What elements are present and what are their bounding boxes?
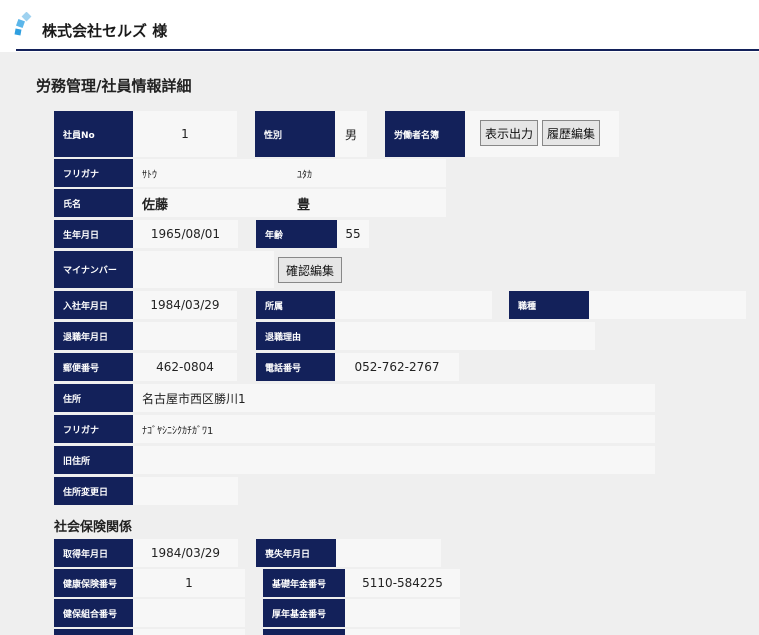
hire-value: 1984/03/29 bbox=[133, 291, 237, 319]
postal-value: 462-0804 bbox=[133, 353, 237, 381]
acquired-value: 1984/03/29 bbox=[133, 539, 238, 567]
confirm-edit-button[interactable]: 確認編集 bbox=[278, 257, 342, 283]
mynumber-value bbox=[133, 251, 274, 288]
last-name-value: 佐藤 bbox=[133, 189, 288, 217]
retire-label: 退職年月日 bbox=[54, 322, 133, 350]
pension-no-label: 基礎年金番号 bbox=[263, 569, 345, 597]
kana-last-value: ｻﾄｳ bbox=[133, 159, 288, 187]
birth-value: 1965/08/01 bbox=[133, 220, 238, 248]
hire-label: 入社年月日 bbox=[54, 291, 133, 319]
birth-label: 生年月日 bbox=[54, 220, 133, 248]
next-row-value bbox=[133, 629, 245, 635]
employee-no-label: 社員No bbox=[54, 111, 133, 157]
print-button[interactable]: 表示出力 bbox=[480, 120, 538, 146]
history-edit-button[interactable]: 履歴編集 bbox=[542, 120, 600, 146]
acquired-label: 取得年月日 bbox=[54, 539, 133, 567]
address-value: 名古屋市西区勝川1 bbox=[133, 384, 655, 412]
phone-value: 052-762-2767 bbox=[335, 353, 459, 381]
employee-no-value: 1 bbox=[133, 111, 237, 157]
address-kana-label: フリガナ bbox=[54, 415, 133, 443]
union-no-label: 健保組合番号 bbox=[54, 599, 133, 627]
gender-label: 性別 bbox=[255, 111, 335, 157]
fund-no-value bbox=[345, 599, 460, 627]
age-value: 55 bbox=[337, 220, 369, 248]
age-label: 年齢 bbox=[256, 220, 337, 248]
name-label: 氏名 bbox=[54, 189, 133, 217]
next-row-label bbox=[54, 629, 133, 635]
lost-label: 喪失年月日 bbox=[256, 539, 336, 567]
job-label: 職種 bbox=[509, 291, 589, 319]
fund-no-label: 厚年基金番号 bbox=[263, 599, 345, 627]
retire-value bbox=[133, 322, 237, 350]
address-change-label: 住所変更日 bbox=[54, 477, 133, 505]
job-value bbox=[589, 291, 746, 319]
social-section-title: 社会保険関係 bbox=[54, 520, 133, 535]
company-name: 株式会社セルズ 様 bbox=[42, 22, 168, 40]
health-no-label: 健康保険番号 bbox=[54, 569, 133, 597]
address-change-value bbox=[133, 477, 238, 505]
pension-no-value: 5110-584225 bbox=[345, 569, 460, 597]
header-divider bbox=[16, 49, 759, 51]
next-row-value-2 bbox=[345, 629, 460, 635]
dept-label: 所属 bbox=[256, 291, 335, 319]
postal-label: 郵便番号 bbox=[54, 353, 133, 381]
gender-value: 男 bbox=[335, 111, 367, 157]
old-address-label: 旧住所 bbox=[54, 446, 133, 474]
kana-first-value: ﾕﾀｶ bbox=[288, 159, 446, 187]
old-address-value bbox=[133, 446, 655, 474]
next-row-label-2 bbox=[263, 629, 345, 635]
logo-icon bbox=[14, 12, 32, 36]
mynumber-label: マイナンバー bbox=[54, 251, 133, 288]
kana-label: フリガナ bbox=[54, 159, 133, 187]
dept-value bbox=[335, 291, 492, 319]
lost-value bbox=[336, 539, 441, 567]
app-header: 株式会社セルズ 様 bbox=[0, 0, 759, 52]
roster-label: 労働者名簿 bbox=[385, 111, 465, 157]
union-no-value bbox=[133, 599, 245, 627]
address-label: 住所 bbox=[54, 384, 133, 412]
health-no-value: 1 bbox=[133, 569, 245, 597]
retire-reason-label: 退職理由 bbox=[256, 322, 335, 350]
retire-reason-value bbox=[335, 322, 595, 350]
page-title: 労務管理/社員情報詳細 bbox=[36, 77, 192, 95]
first-name-value: 豊 bbox=[288, 189, 446, 217]
phone-label: 電話番号 bbox=[256, 353, 335, 381]
address-kana-value: ﾅｺﾞﾔｼﾆｼｸｶﾁｶﾞﾜ1 bbox=[133, 415, 655, 443]
